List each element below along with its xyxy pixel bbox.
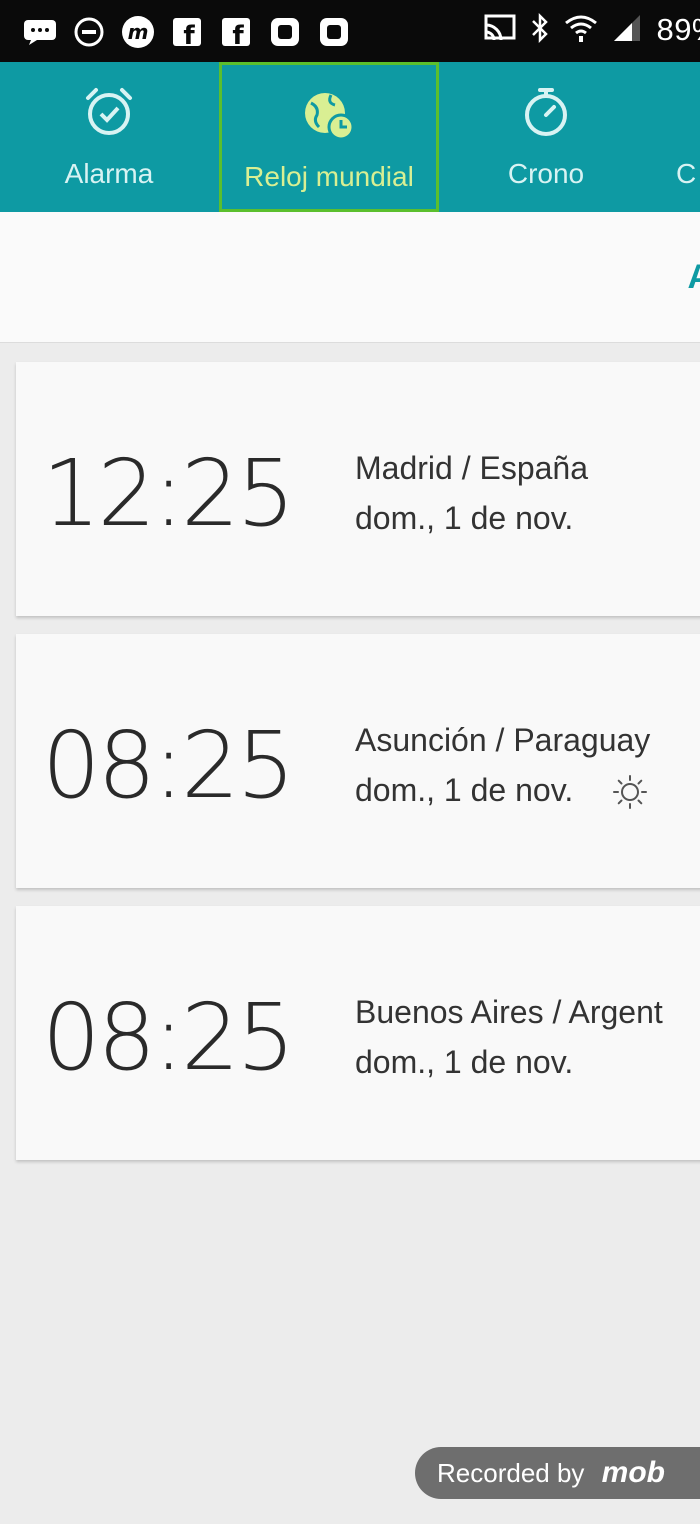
- svg-text:m: m: [127, 20, 148, 44]
- edit-button[interactable]: A: [687, 258, 700, 297]
- city-date: dom., 1 de nov.: [355, 772, 574, 808]
- svg-text:f: f: [232, 21, 244, 47]
- alarm-icon: [81, 84, 137, 140]
- tab-world-clock[interactable]: Reloj mundial: [219, 62, 439, 212]
- tab-timer[interactable]: C: [660, 62, 700, 212]
- tab-label: Reloj mundial: [244, 161, 414, 192]
- m-app-icon: m: [120, 14, 155, 49]
- tab-alarm[interactable]: Alarma: [0, 62, 218, 212]
- city-card[interactable]: 08:25 Buenos Aires / Argent dom., 1 de n…: [16, 906, 700, 1160]
- svg-text:f: f: [183, 21, 195, 47]
- tab-stopwatch[interactable]: Crono: [440, 62, 652, 212]
- world-clock-icon: [301, 87, 357, 143]
- facebook-icon: f: [169, 14, 204, 49]
- city-date: dom., 1 de nov.: [355, 1044, 574, 1080]
- stopwatch-icon: [518, 84, 574, 140]
- instagram-icon: [267, 14, 302, 49]
- bluetooth-icon: [530, 12, 550, 48]
- cast-icon: [484, 14, 516, 47]
- signal-icon: [612, 13, 642, 48]
- tab-label: Crono: [507, 158, 585, 189]
- city-time: 08:25: [42, 984, 295, 1091]
- action-strip: A: [0, 212, 700, 343]
- recorded-by-badge: Recorded by mob: [415, 1447, 700, 1499]
- mobizen-logo: mob: [601, 1456, 665, 1489]
- dnd-icon: [71, 14, 106, 49]
- city-card[interactable]: 08:25 Asunción / Paraguay dom., 1 de nov…: [16, 634, 700, 888]
- wifi-icon: [564, 13, 598, 48]
- city-name: Buenos Aires / Argent: [355, 994, 663, 1030]
- tab-label: Alarma: [64, 158, 154, 189]
- city-card[interactable]: 12:25 Madrid / España dom., 1 de nov.: [16, 362, 700, 616]
- city-date: dom., 1 de nov.: [355, 500, 574, 536]
- city-name: Asunción / Paraguay: [355, 722, 651, 758]
- sun-icon: [612, 774, 648, 810]
- tab-label: C: [676, 158, 697, 189]
- status-bar: m f f 89%: [0, 0, 700, 62]
- message-icon: [22, 14, 57, 49]
- battery-level: 89%: [656, 12, 700, 47]
- tab-bar: Alarma Reloj mundial Crono C: [0, 62, 700, 212]
- city-time: 08:25: [42, 712, 295, 819]
- facebook-icon: f: [218, 14, 253, 49]
- city-name: Madrid / España: [355, 450, 589, 486]
- city-time: 12:25: [42, 440, 295, 547]
- instagram-icon: [316, 14, 351, 49]
- recorded-by-text: Recorded by: [437, 1458, 585, 1488]
